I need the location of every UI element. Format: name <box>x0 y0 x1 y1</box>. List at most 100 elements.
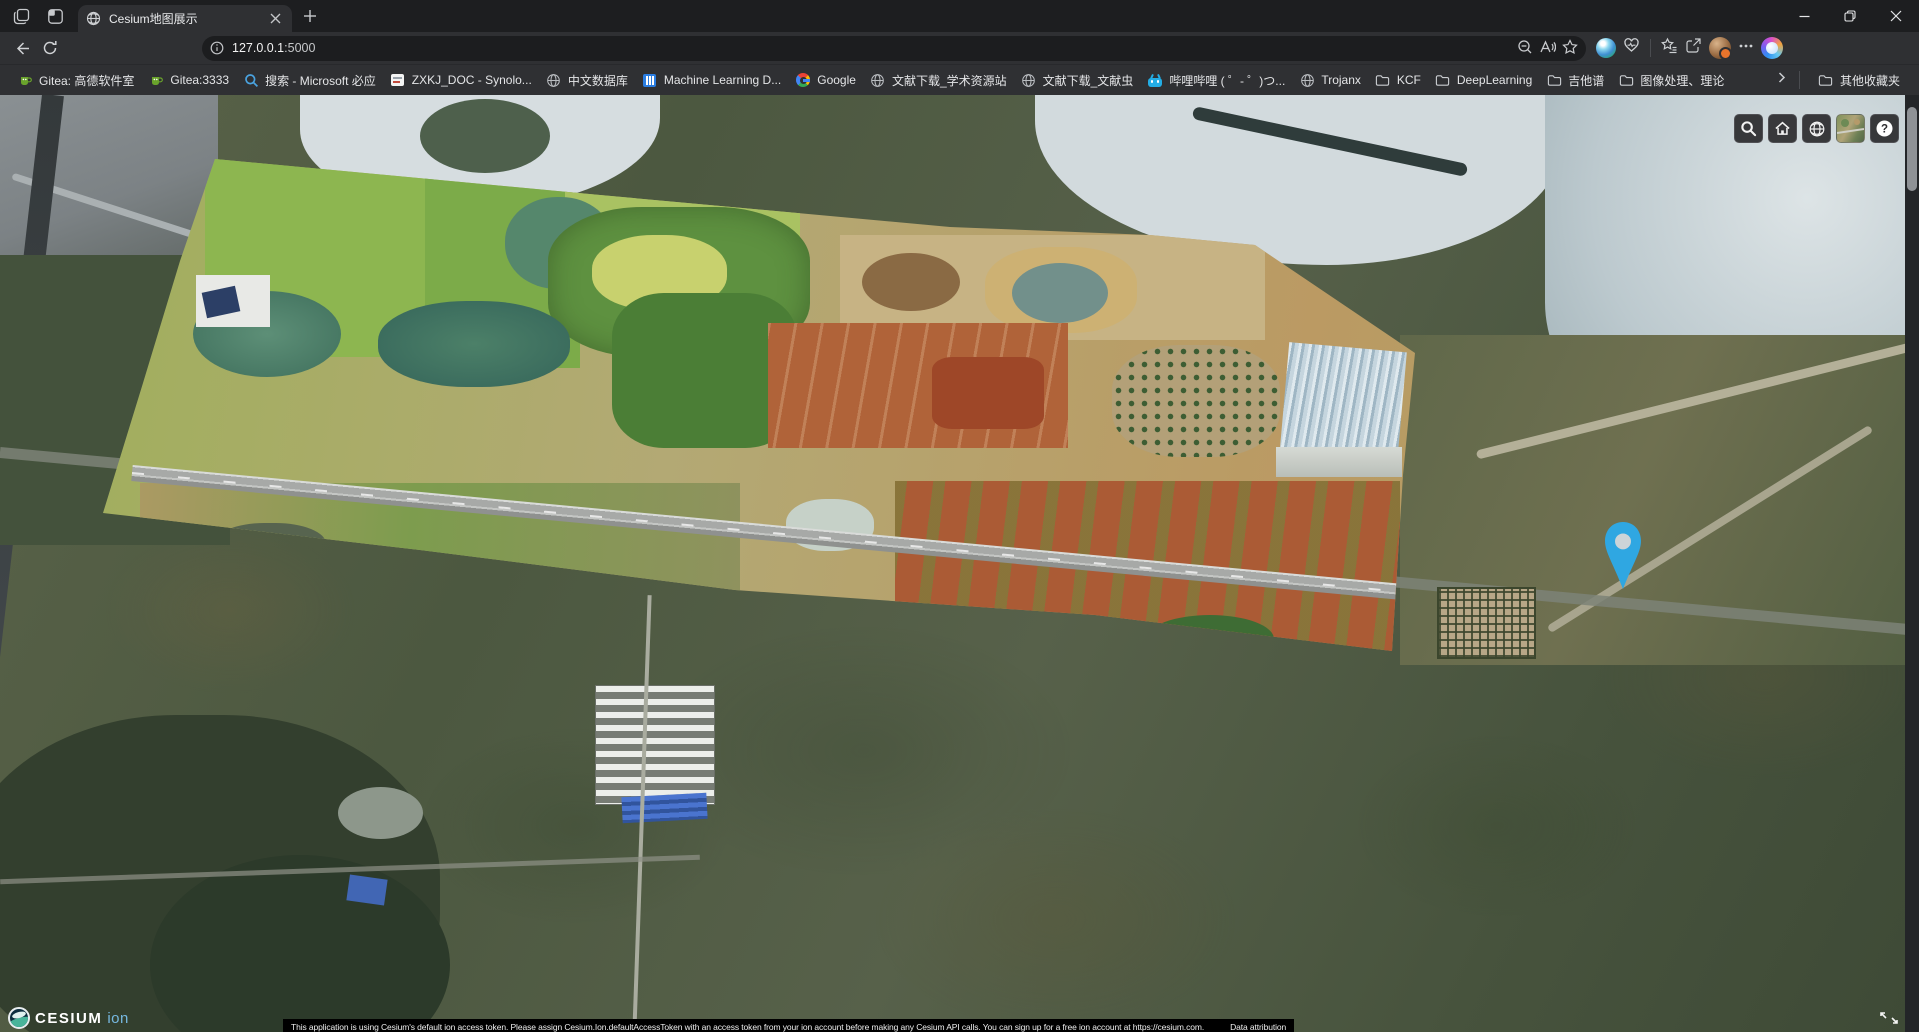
close-window-button[interactable] <box>1873 0 1919 32</box>
data-attribution-link[interactable]: Data attribution <box>1230 1022 1286 1032</box>
cesium-logo-text: CESIUM <box>35 1010 102 1027</box>
site-info-icon[interactable] <box>210 41 224 55</box>
home-button[interactable] <box>1768 114 1797 143</box>
chevron-right-icon <box>1775 71 1788 84</box>
read-aloud-button[interactable] <box>1539 39 1556 58</box>
bookmark-item[interactable]: 哔哩哔哩 ( ゜- ゜)つ... <box>1140 69 1292 92</box>
cesium-toolbar: ? <box>1734 114 1899 143</box>
plus-icon <box>303 9 317 23</box>
bookmark-label: Gitea: 高德软件室 <box>39 72 134 89</box>
bookmark-label: Google <box>817 73 856 87</box>
bookmark-label: Machine Learning D... <box>664 73 781 87</box>
profile-avatar[interactable] <box>1709 37 1731 59</box>
bookmark-item[interactable]: 搜索 - Microsoft 必应 <box>236 69 383 92</box>
ion-logo-text: ion <box>107 1010 129 1027</box>
page-scrollbar[interactable] <box>1905 95 1919 1032</box>
favorites-icon <box>1661 37 1678 54</box>
bookmark-item[interactable]: Gitea:3333 <box>141 69 236 91</box>
bookmark-item[interactable]: 中文数据库 <box>539 69 635 92</box>
bookmark-label: 文献下载_学术资源站 <box>892 72 1007 89</box>
bookmark-label: Gitea:3333 <box>170 73 229 87</box>
globe-icon <box>870 72 886 88</box>
bookmarks-bar: Gitea: 高德软件室 Gitea:3333 搜索 - Microsoft 必… <box>0 64 1919 95</box>
fullscreen-button[interactable] <box>1879 1011 1899 1030</box>
globe-icon <box>1299 72 1315 88</box>
settings-menu-button[interactable] <box>1738 38 1754 59</box>
bookmark-label: Trojanx <box>1321 73 1361 87</box>
bookmark-folder[interactable]: 吉他谱 <box>1539 69 1611 92</box>
browser-tab[interactable]: Cesium地图展示 <box>78 5 292 32</box>
bookmark-item[interactable]: Google <box>788 69 863 91</box>
tab-actions-button[interactable] <box>40 3 70 29</box>
cesium-ion-logo[interactable]: CESIUM ion <box>8 1007 129 1029</box>
bookmark-label: 搜索 - Microsoft 必应 <box>265 72 376 89</box>
bookmark-item[interactable]: ZXKJ_DOC - Synolo... <box>383 69 539 91</box>
folder-icon <box>1435 72 1451 88</box>
bookmark-label: 文献下载_文献虫 <box>1043 72 1134 89</box>
svg-text:?: ? <box>1881 124 1888 136</box>
scene-mode-button[interactable] <box>1802 114 1831 143</box>
minimize-button[interactable] <box>1781 0 1827 32</box>
bookmark-item[interactable]: Gitea: 高德软件室 <box>10 69 141 92</box>
bookmark-label: 中文数据库 <box>568 72 628 89</box>
toolbar-right-icons <box>1596 37 1783 59</box>
minimize-icon <box>1799 11 1810 22</box>
bookmark-item[interactable]: Machine Learning D... <box>635 69 788 91</box>
bookmark-item[interactable]: 文献下载_文献虫 <box>1014 69 1141 92</box>
search-icon <box>1740 120 1757 137</box>
back-button[interactable] <box>8 34 36 62</box>
tab-close-button[interactable] <box>266 10 284 28</box>
share-icon <box>1685 37 1702 54</box>
close-icon <box>270 13 281 24</box>
restore-button[interactable] <box>1827 0 1873 32</box>
map-pin-marker[interactable] <box>1603 521 1643 591</box>
lake-island <box>420 99 550 173</box>
globe-icon <box>546 72 562 88</box>
blue-roof-buildings <box>621 793 707 823</box>
industrial-yard <box>595 685 715 805</box>
add-favorite-button[interactable] <box>1562 39 1578 58</box>
cesium-credit-bar: This application is using Cesium's defau… <box>283 1019 1294 1032</box>
workspaces-button[interactable] <box>6 3 36 29</box>
restore-icon <box>1844 10 1856 22</box>
base-layer-picker-button[interactable] <box>1836 114 1865 143</box>
star-icon <box>1562 39 1578 55</box>
refresh-button[interactable] <box>36 34 64 62</box>
browser-essentials-button[interactable] <box>1623 37 1640 59</box>
home-icon <box>1774 120 1791 137</box>
help-icon: ? <box>1875 119 1894 138</box>
window-controls <box>1781 0 1919 32</box>
bookmark-folder[interactable]: 图像处理、理论 <box>1611 69 1731 92</box>
bookmark-label: KCF <box>1397 73 1421 87</box>
geocoder-search-button[interactable] <box>1734 114 1763 143</box>
zoom-indicator-button[interactable] <box>1517 39 1533 58</box>
tab-title: Cesium地图展示 <box>109 10 258 27</box>
bookmark-folder[interactable]: DeepLearning <box>1428 69 1539 91</box>
close-icon <box>1890 10 1902 22</box>
copilot-button[interactable] <box>1761 37 1783 59</box>
bookmark-item[interactable]: 文献下载_学术资源站 <box>863 69 1014 92</box>
extension-ball-icon[interactable] <box>1596 38 1616 58</box>
address-bar[interactable]: 127.0.0.1:5000 <box>202 36 1586 61</box>
zoom-out-icon <box>1517 39 1533 55</box>
pond-west-2 <box>378 301 570 387</box>
bookmark-item[interactable]: Trojanx <box>1292 69 1368 91</box>
bookmark-folder[interactable]: KCF <box>1368 69 1428 91</box>
tab-actions-icon <box>47 8 64 25</box>
bookmark-label: 图像处理、理论 <box>1640 72 1724 89</box>
page-globe-favicon <box>86 11 101 26</box>
imagery-thumbnail-icon <box>1837 115 1864 142</box>
workspaces-icon <box>13 8 30 25</box>
other-bookmarks-folder[interactable]: 其他收藏夹 <box>1811 69 1907 92</box>
help-button[interactable]: ? <box>1870 114 1899 143</box>
favorites-button[interactable] <box>1661 37 1678 59</box>
share-button[interactable] <box>1685 37 1702 59</box>
bookmarks-overflow-button[interactable] <box>1775 71 1788 89</box>
scrollbar-thumb[interactable] <box>1907 107 1917 191</box>
orchard-grid <box>1112 345 1280 457</box>
folder-icon <box>1375 72 1391 88</box>
cesium-viewer-canvas[interactable]: ? CESIUM ion This application is using C… <box>0 95 1919 1032</box>
new-tab-button[interactable] <box>296 3 324 29</box>
folder-icon <box>1546 72 1562 88</box>
globe-icon <box>1021 72 1037 88</box>
